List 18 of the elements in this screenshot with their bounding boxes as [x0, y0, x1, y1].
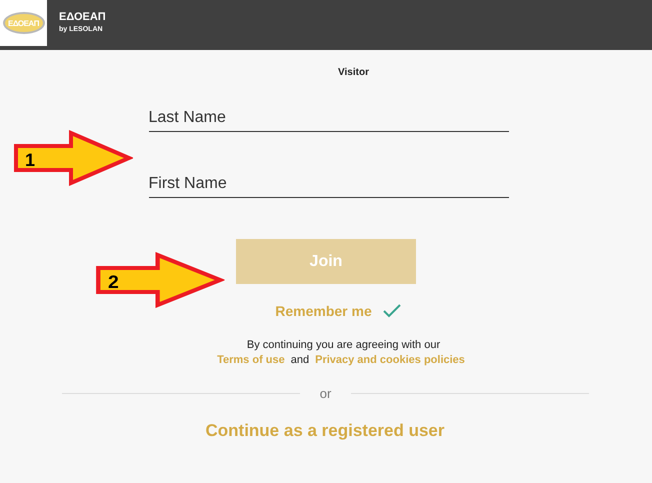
input-field[interactable]: Last Name [148, 90, 508, 132]
separator-text: or [320, 386, 332, 401]
annotation-number: 1 [25, 150, 36, 171]
arrow-icon [95, 252, 225, 308]
remember-label[interactable]: Remember me [275, 303, 372, 319]
and-text: and [290, 354, 310, 366]
arrow-icon [13, 130, 133, 186]
app-title: ΕΔΟΕΑΠ [59, 11, 106, 23]
terms-link[interactable]: Terms of use [217, 354, 285, 366]
annotation-number: 2 [108, 272, 119, 293]
checkmark-icon[interactable] [382, 304, 402, 318]
registered-user-link[interactable]: Continue as a registered user [205, 421, 445, 441]
join-button[interactable]: Join [236, 239, 416, 284]
privacy-link[interactable]: Privacy and cookies policies [315, 354, 465, 366]
agreement-text: By continuing you are agreeing with our [246, 339, 440, 351]
logo-text: ΕΔΟΕΑΠ [8, 18, 39, 28]
form-title: Visitor [338, 67, 369, 78]
input-field[interactable]: First Name [148, 156, 508, 198]
